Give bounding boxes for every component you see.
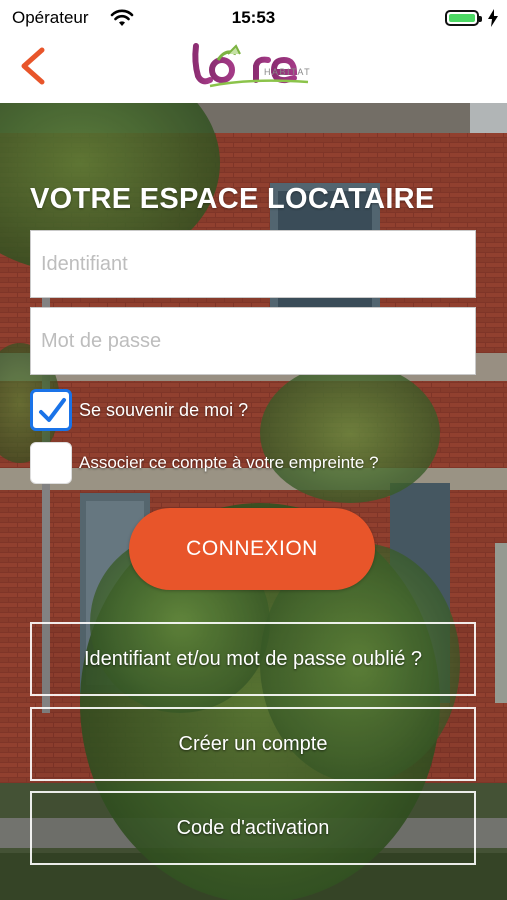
username-input[interactable] bbox=[30, 230, 476, 298]
fingerprint-checkbox[interactable] bbox=[30, 442, 72, 484]
clock: 15:53 bbox=[231, 8, 276, 27]
page-title: VOTRE ESPACE LOCATAIRE bbox=[30, 183, 435, 215]
remember-me-row[interactable]: Se souvenir de moi ? bbox=[30, 389, 248, 431]
password-input[interactable] bbox=[30, 307, 476, 375]
create-account-button[interactable]: Créer un compte bbox=[30, 707, 476, 781]
status-bar: Opérateur 15:53 bbox=[0, 0, 507, 36]
nav-bar: HABITAT bbox=[0, 36, 507, 103]
activation-code-button[interactable]: Code d'activation bbox=[30, 791, 476, 865]
forgot-credentials-button[interactable]: Identifiant et/ou mot de passe oublié ? bbox=[30, 622, 476, 696]
connexion-button[interactable]: CONNEXION bbox=[129, 508, 375, 590]
loire-habitat-logo: HABITAT bbox=[192, 43, 311, 88]
remember-me-label: Se souvenir de moi ? bbox=[79, 399, 249, 420]
checkmark-icon bbox=[39, 398, 66, 422]
charging-bolt-icon bbox=[488, 9, 498, 27]
svg-text:HABITAT: HABITAT bbox=[264, 67, 311, 77]
chevron-left-icon[interactable] bbox=[14, 44, 54, 88]
battery-icon bbox=[445, 10, 482, 26]
fingerprint-label: Associer ce compte à votre empreinte ? bbox=[79, 453, 379, 472]
fingerprint-row[interactable]: Associer ce compte à votre empreinte ? bbox=[30, 442, 379, 484]
remember-me-checkbox[interactable] bbox=[30, 389, 72, 431]
